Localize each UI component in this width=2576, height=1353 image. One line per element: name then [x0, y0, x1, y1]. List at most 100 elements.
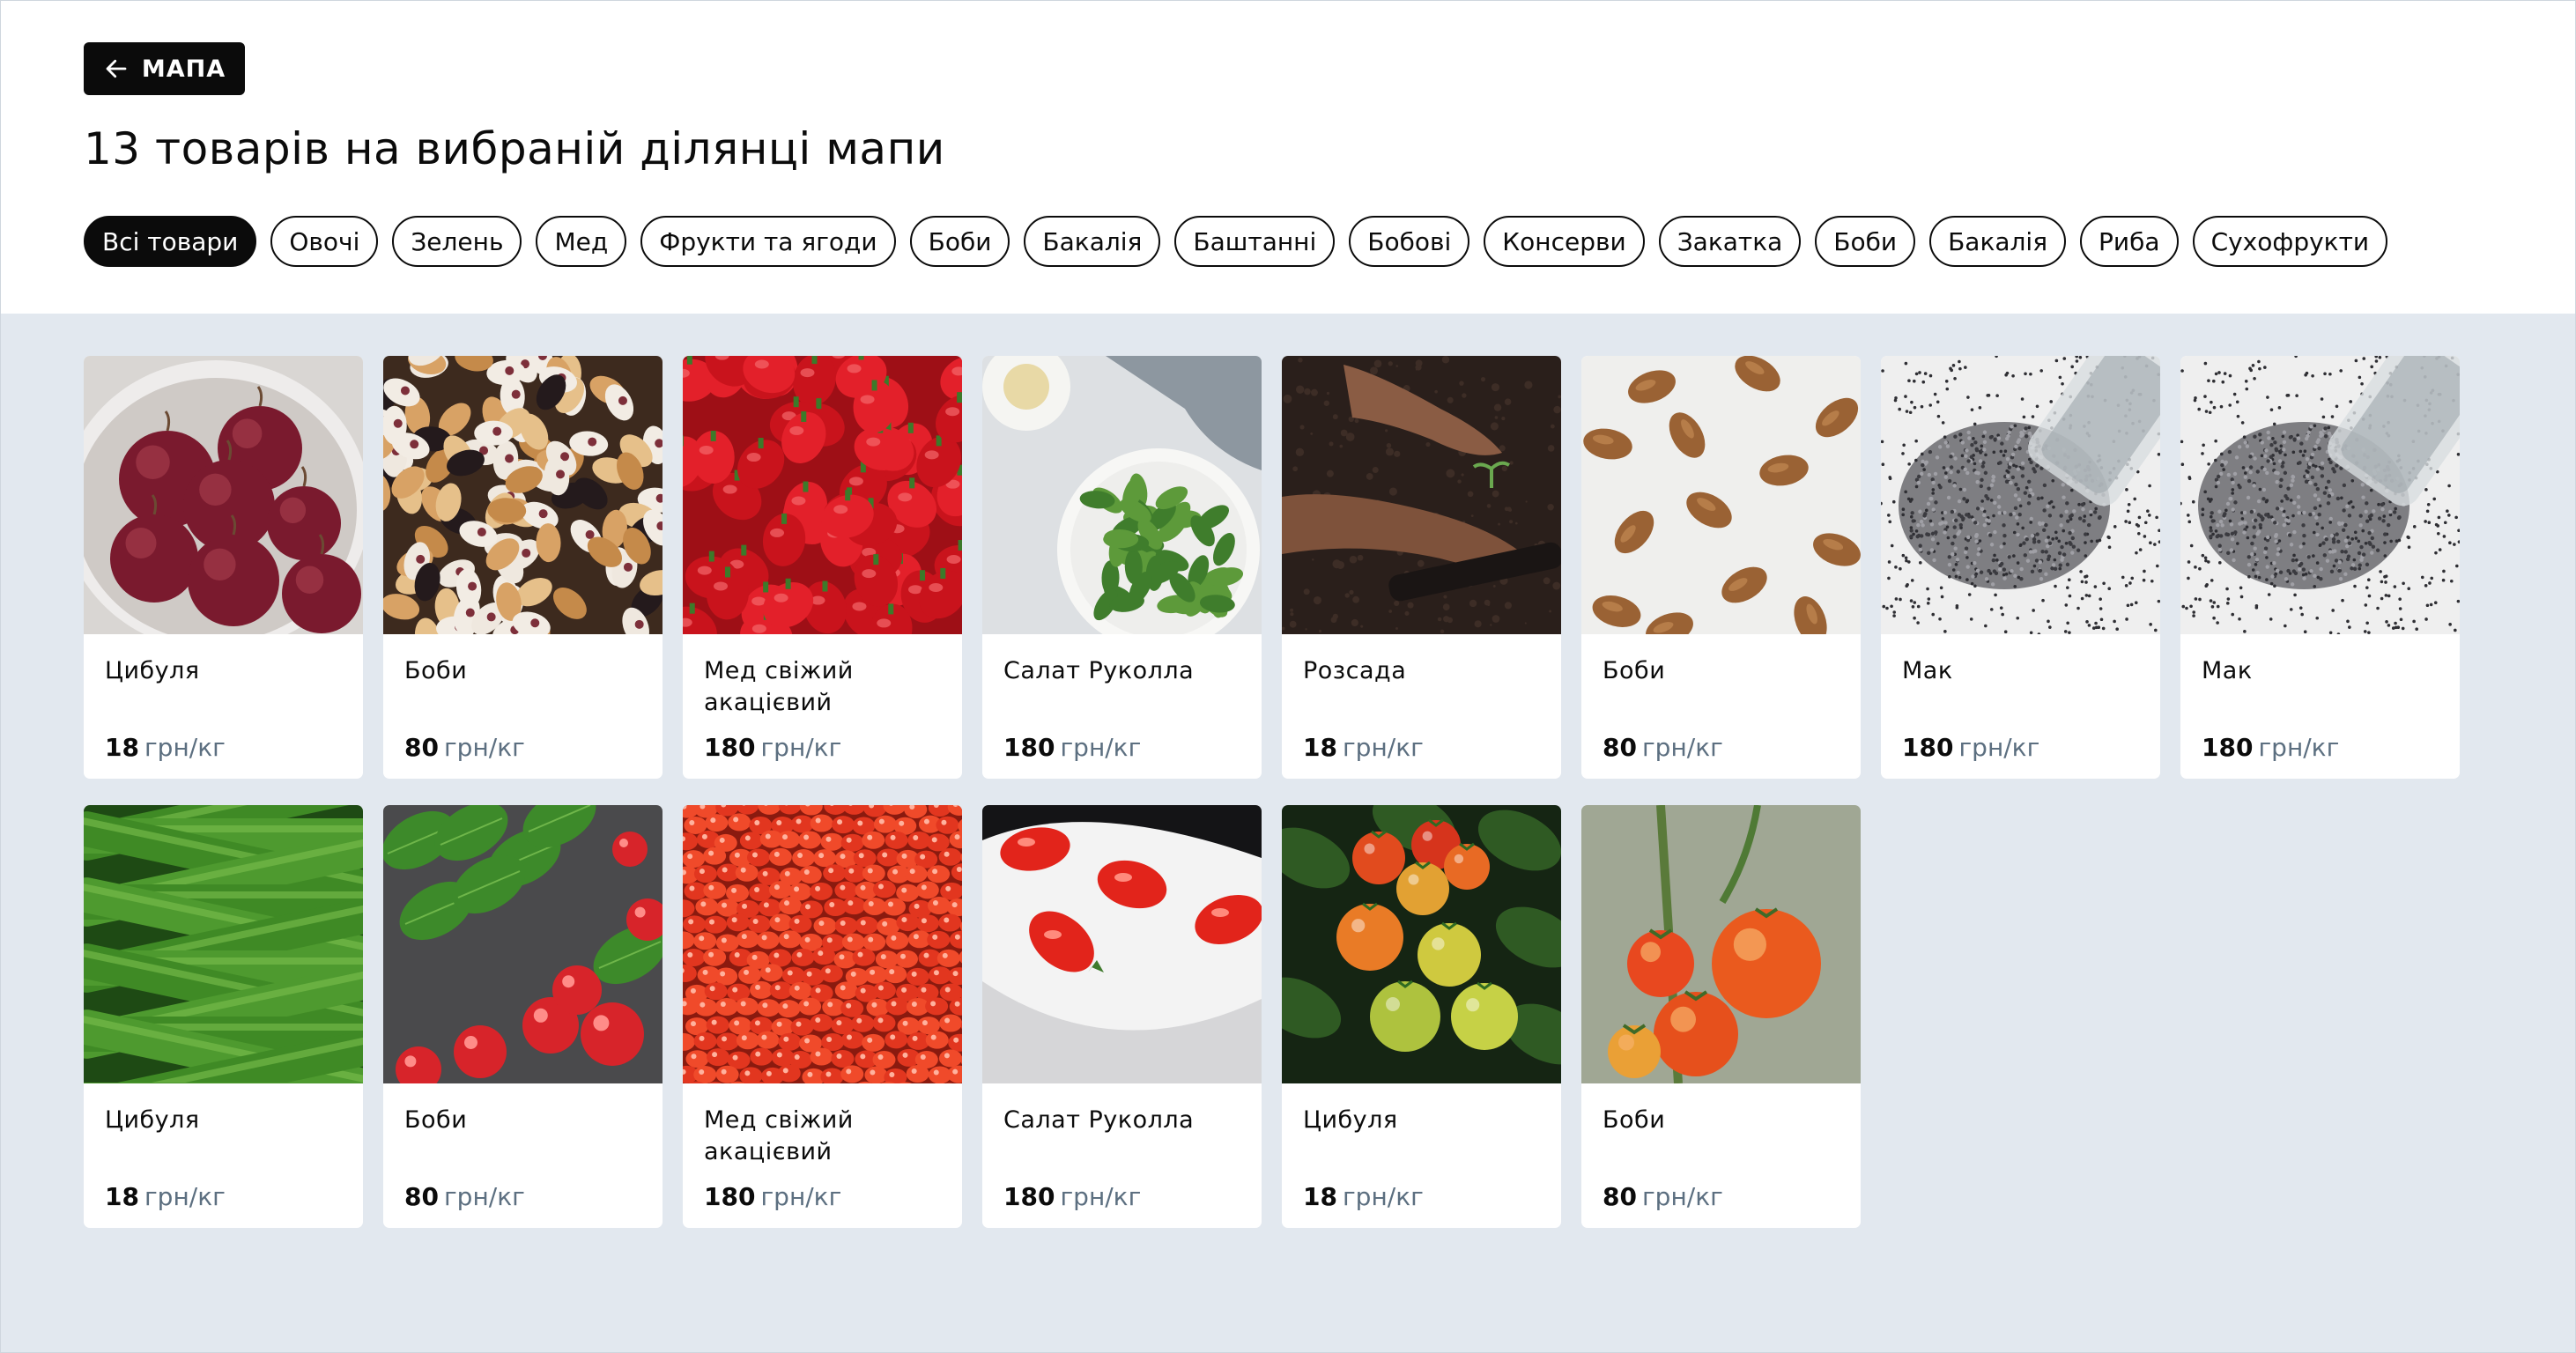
- product-card[interactable]: Розсада 18 грн/кг: [1282, 356, 1561, 779]
- product-card[interactable]: Боби 80 грн/кг: [383, 356, 663, 779]
- category-chip[interactable]: Овочі: [270, 216, 379, 267]
- category-chip[interactable]: Сухофрукти: [2192, 216, 2388, 267]
- product-image[interactable]: [383, 805, 663, 1083]
- price-unit: грн/кг: [1641, 733, 1723, 762]
- product-image[interactable]: [1282, 356, 1561, 634]
- product-image[interactable]: [1282, 805, 1561, 1083]
- product-price: 18 грн/кг: [105, 1182, 226, 1211]
- product-image[interactable]: [2180, 356, 2460, 634]
- product-name: Боби: [1603, 1106, 1666, 1134]
- product-card[interactable]: Боби 80 грн/кг: [1581, 805, 1861, 1228]
- product-card[interactable]: Мед свіжий акацієвий 180 грн/кг: [683, 805, 962, 1228]
- product-image[interactable]: [982, 805, 1262, 1083]
- price-value: 80: [1603, 1182, 1637, 1211]
- price-value: 18: [1303, 733, 1337, 762]
- price-value: 180: [1902, 733, 1954, 762]
- category-chip[interactable]: Консерви: [1484, 216, 1645, 267]
- back-button-label: МАПА: [141, 55, 226, 83]
- price-value: 18: [105, 1182, 139, 1211]
- product-name: Мак: [1902, 657, 1953, 684]
- product-price: 18 грн/кг: [1303, 1182, 1424, 1211]
- price-value: 18: [105, 733, 139, 762]
- price-unit: грн/кг: [144, 733, 226, 762]
- category-chip[interactable]: Фрукти та ягоди: [640, 216, 896, 267]
- product-name: Мак: [2202, 657, 2253, 684]
- product-image[interactable]: [1881, 356, 2160, 634]
- category-chip[interactable]: Риба: [2080, 216, 2179, 267]
- product-price: 180 грн/кг: [1003, 1182, 1141, 1211]
- product-image[interactable]: [84, 805, 363, 1083]
- product-image[interactable]: [683, 805, 962, 1083]
- product-name: Мед свіжий акацієвий: [704, 657, 854, 716]
- product-price: 80 грн/кг: [1603, 733, 1723, 762]
- price-unit: грн/кг: [2258, 733, 2340, 762]
- product-card[interactable]: Боби 80 грн/кг: [383, 805, 663, 1228]
- category-filter-bar: Всі товари Овочі Зелень Мед Фрукти та ягоди Б…: [84, 216, 2388, 267]
- product-name: Салат Руколла: [1003, 1106, 1195, 1134]
- product-card[interactable]: Цибуля 18 грн/кг: [84, 805, 363, 1228]
- product-price: 18 грн/кг: [105, 733, 226, 762]
- product-price: 180 грн/кг: [1902, 733, 2039, 762]
- product-grid: Цибуля 18 грн/кг Боби 80 грн/кг Мед свіжий ака…: [84, 356, 2460, 1228]
- price-value: 18: [1303, 1182, 1337, 1211]
- category-chip[interactable]: Баштанні: [1174, 216, 1336, 267]
- product-card[interactable]: Мак 180 грн/кг: [1881, 356, 2160, 779]
- product-card[interactable]: Цибуля 18 грн/кг: [84, 356, 363, 779]
- category-chip[interactable]: Боби: [909, 216, 1010, 267]
- page-title: 13 товарів на вибраній ділянці мапи: [84, 123, 945, 174]
- category-chip[interactable]: Зелень: [392, 216, 522, 267]
- product-image[interactable]: [1581, 805, 1861, 1083]
- price-value: 180: [704, 733, 756, 762]
- category-chip[interactable]: Закатка: [1658, 216, 1802, 267]
- price-unit: грн/кг: [1060, 733, 1142, 762]
- product-name: Салат Руколла: [1003, 657, 1195, 684]
- product-image[interactable]: [383, 356, 663, 634]
- product-name: Розсада: [1303, 657, 1407, 684]
- product-name: Боби: [1603, 657, 1666, 684]
- price-value: 80: [1603, 733, 1637, 762]
- category-chip[interactable]: Бакалія: [1929, 216, 2067, 267]
- product-card[interactable]: Цибуля 18 грн/кг: [1282, 805, 1561, 1228]
- product-price: 180 грн/кг: [1003, 733, 1141, 762]
- product-card[interactable]: Мед свіжий акацієвий 180 грн/кг: [683, 356, 962, 779]
- price-value: 80: [404, 733, 439, 762]
- product-card[interactable]: Мак 180 грн/кг: [2180, 356, 2460, 779]
- price-unit: грн/кг: [760, 733, 842, 762]
- product-image[interactable]: [683, 356, 962, 634]
- price-unit: грн/кг: [443, 1182, 525, 1211]
- product-name: Боби: [404, 657, 468, 684]
- price-unit: грн/кг: [443, 733, 525, 762]
- price-value: 180: [704, 1182, 756, 1211]
- product-image[interactable]: [982, 356, 1262, 634]
- product-name: Цибуля: [1303, 1106, 1398, 1134]
- price-unit: грн/кг: [760, 1182, 842, 1211]
- category-chip[interactable]: Бакалія: [1024, 216, 1161, 267]
- product-card[interactable]: Боби 80 грн/кг: [1581, 356, 1861, 779]
- product-price: 80 грн/кг: [404, 1182, 525, 1211]
- price-value: 80: [404, 1182, 439, 1211]
- category-chip[interactable]: Мед: [536, 216, 627, 267]
- product-name: Цибуля: [105, 1106, 200, 1134]
- product-price: 80 грн/кг: [404, 733, 525, 762]
- price-unit: грн/кг: [1342, 733, 1424, 762]
- product-image[interactable]: [84, 356, 363, 634]
- price-value: 180: [1003, 733, 1055, 762]
- header-panel: МАПА 13 товарів на вибраній ділянці мапи…: [0, 0, 2576, 314]
- price-value: 180: [2202, 733, 2254, 762]
- price-unit: грн/кг: [1641, 1182, 1723, 1211]
- price-unit: грн/кг: [1958, 733, 2040, 762]
- product-image[interactable]: [1581, 356, 1861, 634]
- price-value: 180: [1003, 1182, 1055, 1211]
- product-card[interactable]: Салат Руколла 180 грн/кг: [982, 805, 1262, 1228]
- category-chip[interactable]: Боби: [1815, 216, 1916, 267]
- back-to-map-button[interactable]: МАПА: [84, 42, 245, 95]
- price-unit: грн/кг: [1060, 1182, 1142, 1211]
- product-price: 180 грн/кг: [704, 1182, 841, 1211]
- product-name: Цибуля: [105, 657, 200, 684]
- category-chip[interactable]: Бобові: [1349, 216, 1470, 267]
- product-price: 18 грн/кг: [1303, 733, 1424, 762]
- price-unit: грн/кг: [1342, 1182, 1424, 1211]
- product-card[interactable]: Салат Руколла 180 грн/кг: [982, 356, 1262, 779]
- product-price: 80 грн/кг: [1603, 1182, 1723, 1211]
- category-chip[interactable]: Всі товари: [84, 216, 257, 267]
